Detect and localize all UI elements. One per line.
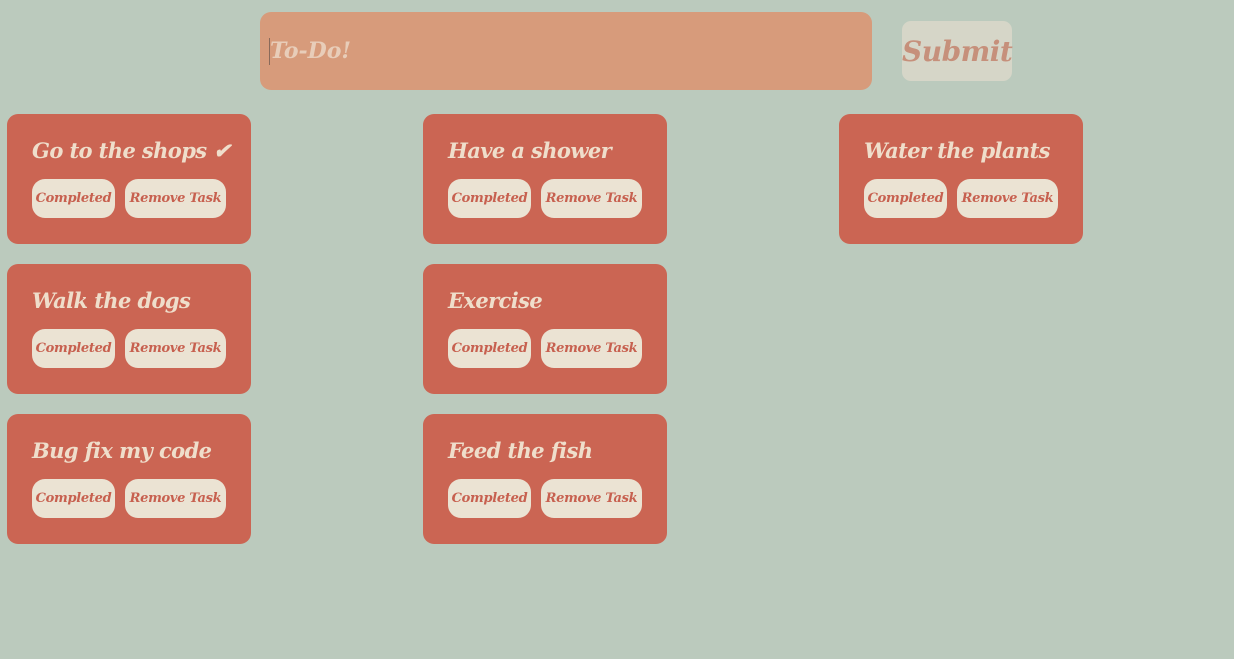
remove-task-button[interactable]: Remove Task (541, 479, 642, 518)
task-title: Feed the fish (448, 438, 593, 463)
task-title: Bug fix my code (32, 438, 212, 463)
task-card: Bug fix my code Completed Remove Task (7, 414, 251, 544)
completed-button[interactable]: Completed (864, 179, 947, 218)
completed-button[interactable]: Completed (32, 179, 115, 218)
submit-button[interactable]: Submit (902, 21, 1013, 81)
task-card: Feed the fish Completed Remove Task (423, 414, 667, 544)
remove-task-button[interactable]: Remove Task (125, 479, 226, 518)
task-card: Have a shower Completed Remove Task (423, 114, 667, 244)
completed-button[interactable]: Completed (32, 479, 115, 518)
todo-input[interactable] (260, 12, 872, 90)
remove-task-button[interactable]: Remove Task (541, 179, 642, 218)
task-title: Go to the shops ✔ (32, 138, 231, 163)
task-title: Water the plants (864, 138, 1051, 163)
remove-task-button[interactable]: Remove Task (125, 179, 226, 218)
task-card: Exercise Completed Remove Task (423, 264, 667, 394)
completed-button[interactable]: Completed (32, 329, 115, 368)
completed-button[interactable]: Completed (448, 479, 531, 518)
task-title: Walk the dogs (32, 288, 191, 313)
task-card: Walk the dogs Completed Remove Task (7, 264, 251, 394)
task-card: Go to the shops ✔ Completed Remove Task (7, 114, 251, 244)
remove-task-button[interactable]: Remove Task (125, 329, 226, 368)
remove-task-button[interactable]: Remove Task (957, 179, 1058, 218)
task-card: Water the plants Completed Remove Task (839, 114, 1083, 244)
completed-button[interactable]: Completed (448, 329, 531, 368)
task-title: Have a shower (448, 138, 612, 163)
task-title: Exercise (448, 288, 543, 313)
text-caret (269, 38, 270, 65)
completed-button[interactable]: Completed (448, 179, 531, 218)
remove-task-button[interactable]: Remove Task (541, 329, 642, 368)
